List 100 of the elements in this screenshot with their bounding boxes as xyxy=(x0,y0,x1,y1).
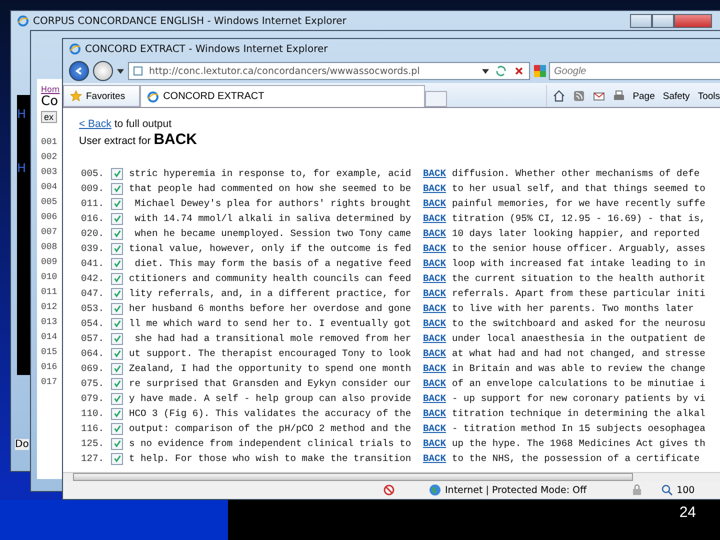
checkbox[interactable] xyxy=(111,452,123,464)
browser-logo-icon xyxy=(17,15,29,27)
keyword-link[interactable]: BACK xyxy=(423,198,446,209)
zoom-icon[interactable] xyxy=(660,484,673,496)
checkbox[interactable] xyxy=(111,212,123,224)
back-link[interactable]: < Back xyxy=(79,118,112,130)
favorites-button[interactable]: Favorites xyxy=(63,85,140,107)
checkbox[interactable] xyxy=(111,318,123,330)
right-context: to the senior house officer. Arguably, asses xyxy=(452,243,706,254)
status-text: Do xyxy=(15,439,29,450)
line-number: 005 xyxy=(41,196,58,209)
checkbox[interactable] xyxy=(111,272,123,284)
home-icon[interactable] xyxy=(552,90,565,102)
toolbar-menu[interactable]: Tools xyxy=(698,90,720,102)
right-context: to the switchboard and asked for the neurosu xyxy=(452,318,706,329)
keyword-link[interactable]: BACK xyxy=(423,393,446,404)
nav-link[interactable]: H xyxy=(17,161,31,175)
keyword-link[interactable]: BACK xyxy=(423,168,446,179)
nav-link[interactable]: H xyxy=(17,107,31,121)
minimize-button[interactable] xyxy=(630,14,652,28)
checkbox[interactable] xyxy=(111,288,123,300)
toolbar-menu[interactable]: Page xyxy=(632,90,655,102)
keyword-link[interactable]: BACK xyxy=(423,348,446,359)
browser-tab[interactable]: CONCORD EXTRACT xyxy=(140,85,426,107)
back-button[interactable] xyxy=(69,61,89,81)
refresh-icon[interactable] xyxy=(495,65,507,77)
keyword-link[interactable]: BACK xyxy=(423,258,446,269)
line-number: 009. xyxy=(81,183,106,194)
right-context: up the hype. The 1968 Medicines Act gives th xyxy=(452,438,706,449)
horizontal-scrollbar[interactable] xyxy=(63,472,720,481)
keyword-link[interactable]: BACK xyxy=(423,408,446,419)
keyword-link[interactable]: BACK xyxy=(423,363,446,374)
security-icon[interactable] xyxy=(630,484,643,496)
line-number: 001 xyxy=(41,136,58,149)
line-number: 010 xyxy=(41,271,58,284)
checkbox[interactable] xyxy=(111,362,123,374)
keyword-link[interactable]: BACK xyxy=(423,303,446,314)
left-context: when he became unemployed. Session two Tony came xyxy=(134,228,412,239)
line-number: 039. xyxy=(81,243,106,254)
checkbox[interactable] xyxy=(111,378,123,390)
checkbox[interactable] xyxy=(111,198,123,210)
page-icon xyxy=(133,66,143,76)
keyword-link[interactable]: BACK xyxy=(423,273,446,284)
keyword-link[interactable]: BACK xyxy=(423,423,446,434)
keyword-link[interactable]: BACK xyxy=(423,453,446,464)
keyword-link[interactable]: BACK xyxy=(423,183,446,194)
right-context: the current situation to the health authorit xyxy=(452,273,706,284)
toolbar-menu[interactable]: Safety xyxy=(662,90,690,102)
forward-button[interactable] xyxy=(93,61,113,81)
keyword-link[interactable]: BACK xyxy=(423,213,446,224)
keyword-link[interactable]: BACK xyxy=(423,333,446,344)
right-context: - titration method In 15 subjects oesophagea xyxy=(452,423,706,434)
left-context: lity referrals, and, in a different practice, for xyxy=(129,288,412,299)
left-context: she had had a transitional mole removed from her xyxy=(134,333,412,344)
right-context: loop with increased fat intake leading to in xyxy=(452,258,706,269)
caret-icon[interactable] xyxy=(482,68,489,74)
checkbox[interactable] xyxy=(111,438,123,450)
line-number: 007 xyxy=(41,226,58,239)
left-context: her husband 6 months before her overdose and gone xyxy=(129,303,412,314)
line-number: 013 xyxy=(41,316,58,329)
new-tab-button[interactable] xyxy=(425,91,448,107)
search-field[interactable]: Google xyxy=(549,62,720,80)
checkbox[interactable] xyxy=(111,168,123,180)
checkbox[interactable] xyxy=(111,422,123,434)
checkbox[interactable] xyxy=(111,302,123,314)
left-context: with 14.74 mmol/l alkali in saliva determined by xyxy=(134,213,412,224)
checkbox[interactable] xyxy=(111,348,123,360)
left-context: that people had commented on how she seemed to be xyxy=(129,183,412,194)
line-number: 053. xyxy=(81,303,106,314)
close-button[interactable] xyxy=(674,14,712,28)
print-icon[interactable] xyxy=(612,90,625,102)
keyword-link[interactable]: BACK xyxy=(423,318,446,329)
back-text: < Back to full output xyxy=(79,118,173,130)
zoom-level[interactable]: 100 xyxy=(676,484,695,496)
caret-icon[interactable] xyxy=(117,68,124,74)
checkbox[interactable] xyxy=(111,392,123,404)
maximize-button[interactable] xyxy=(652,14,674,28)
address-field[interactable]: http://conc.lextutor.ca/concordancers/wwwassocwords.pl xyxy=(128,62,530,80)
page-button[interactable]: ex xyxy=(41,111,57,123)
popup-blocker-icon[interactable] xyxy=(383,484,395,496)
close-icon[interactable] xyxy=(513,65,525,77)
left-context: t help. For those who wish to make the transition xyxy=(129,453,412,464)
checkbox[interactable] xyxy=(111,408,123,420)
keyword-link[interactable]: BACK xyxy=(423,228,446,239)
right-context: referrals. Apart from these particular initi xyxy=(452,288,706,299)
checkbox[interactable] xyxy=(111,258,123,270)
keyword-link[interactable]: BACK xyxy=(423,288,446,299)
mail-icon[interactable] xyxy=(592,90,605,102)
checkbox[interactable] xyxy=(111,182,123,194)
left-context: HCO 3 (Fig 6). This validates the accuracy of the xyxy=(129,408,412,419)
line-number: 006 xyxy=(41,211,58,224)
star-icon xyxy=(70,90,82,102)
feed-icon[interactable] xyxy=(572,90,585,102)
checkbox[interactable] xyxy=(111,228,123,240)
keyword-link[interactable]: BACK xyxy=(423,438,446,449)
home-link[interactable]: Hom xyxy=(41,85,60,94)
checkbox[interactable] xyxy=(111,332,123,344)
keyword-link[interactable]: BACK xyxy=(423,378,446,389)
keyword-link[interactable]: BACK xyxy=(423,243,446,254)
checkbox[interactable] xyxy=(111,242,123,254)
